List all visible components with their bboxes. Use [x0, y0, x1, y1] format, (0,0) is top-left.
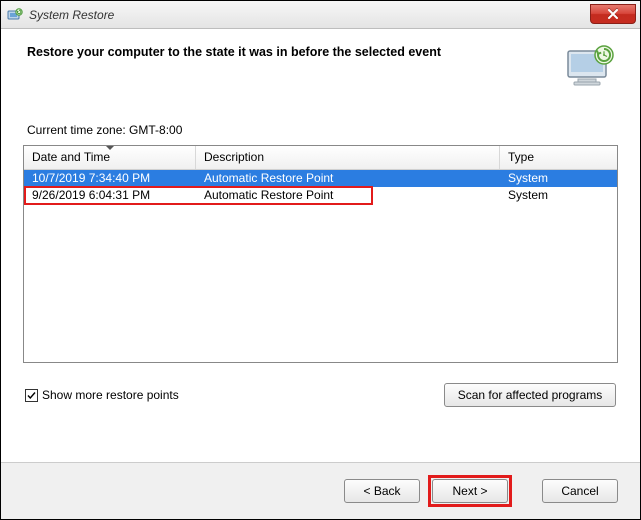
system-restore-icon	[7, 7, 23, 23]
page-heading: Restore your computer to the state it wa…	[27, 43, 441, 59]
checkmark-icon	[26, 390, 37, 401]
timezone-prefix: Current time zone:	[27, 123, 129, 137]
cancel-button[interactable]: Cancel	[542, 479, 618, 503]
table-header: Date and Time Description Type	[24, 146, 617, 170]
wizard-footer: < Back Next > Cancel	[1, 462, 640, 519]
show-more-label: Show more restore points	[42, 388, 179, 402]
column-header-description[interactable]: Description	[196, 146, 500, 169]
timezone-label: Current time zone: GMT-8:00	[27, 123, 614, 137]
sort-indicator-icon	[105, 145, 115, 150]
cell-description: Automatic Restore Point	[196, 187, 500, 204]
title-bar: System Restore	[1, 1, 640, 29]
window-title: System Restore	[29, 8, 114, 22]
below-table-row: Show more restore points Scan for affect…	[25, 383, 616, 407]
cell-type: System	[500, 170, 617, 187]
content-panel: Current time zone: GMT-8:00 Date and Tim…	[23, 99, 618, 462]
cell-datetime: 10/7/2019 7:34:40 PM	[24, 170, 196, 187]
restore-points-table: Date and Time Description Type 10/7/2019…	[23, 145, 618, 363]
close-button[interactable]	[590, 4, 636, 24]
cell-description: Automatic Restore Point	[196, 170, 500, 187]
back-button[interactable]: < Back	[344, 479, 420, 503]
column-header-datetime[interactable]: Date and Time	[24, 146, 196, 169]
header-area: Restore your computer to the state it wa…	[1, 29, 640, 99]
checkbox-box	[25, 389, 38, 402]
table-body: 10/7/2019 7:34:40 PMAutomatic Restore Po…	[24, 170, 617, 204]
close-icon	[607, 9, 619, 19]
wizard-body: Restore your computer to the state it wa…	[1, 29, 640, 519]
table-row[interactable]: 9/26/2019 6:04:31 PMAutomatic Restore Po…	[24, 187, 617, 204]
restore-monitor-icon	[564, 43, 618, 91]
show-more-checkbox[interactable]: Show more restore points	[25, 388, 179, 402]
table-row[interactable]: 10/7/2019 7:34:40 PMAutomatic Restore Po…	[24, 170, 617, 187]
next-button[interactable]: Next >	[432, 479, 508, 503]
column-header-datetime-label: Date and Time	[32, 150, 110, 164]
timezone-value: GMT-8:00	[129, 123, 182, 137]
cell-datetime: 9/26/2019 6:04:31 PM	[24, 187, 196, 204]
scan-affected-button[interactable]: Scan for affected programs	[444, 383, 616, 407]
next-button-highlight: Next >	[428, 475, 512, 507]
table-row-highlight-wrap: 9/26/2019 6:04:31 PMAutomatic Restore Po…	[24, 187, 617, 204]
column-header-type[interactable]: Type	[500, 146, 617, 169]
cell-type: System	[500, 187, 617, 204]
